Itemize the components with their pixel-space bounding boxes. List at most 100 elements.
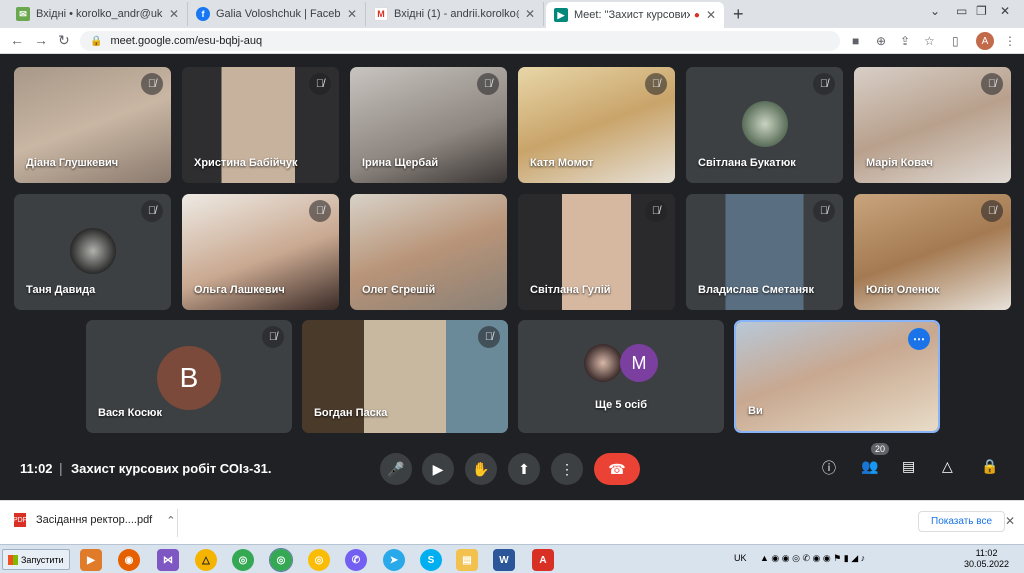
participant-tile[interactable]: 🎙̸ Світлана Гулій <box>518 194 675 310</box>
leave-call-button[interactable]: ☎ <box>594 453 640 485</box>
file-explorer-icon[interactable]: ▤ <box>456 549 478 571</box>
host-controls-icon[interactable]: 🔒 <box>981 458 998 475</box>
meet-icon: ▶ <box>554 8 568 22</box>
raise-hand-button[interactable]: ✋ <box>465 453 497 485</box>
tab-gmail[interactable]: M Вхідні (1) - andrii.korolko@pnu.e ✕ <box>366 2 544 26</box>
forward-icon[interactable]: → <box>34 32 48 48</box>
participant-avatar <box>584 344 622 382</box>
word-icon[interactable]: W <box>493 549 515 571</box>
participant-name: Христина Бабійчук <box>194 157 298 169</box>
more-options-icon[interactable]: ⋯ <box>908 328 930 350</box>
more-options-button[interactable]: ⋮ <box>551 453 583 485</box>
muted-mic-icon: 🎙̸ <box>813 200 835 222</box>
tray-icons[interactable]: ▲ ◉ ◉ ◎ ✆ ◉ ◉ ⚑ ▮ ◢ ♪ <box>760 553 865 564</box>
participant-tile[interactable]: Олег Єгрешій <box>350 194 507 310</box>
meeting-clock: 11:02 <box>20 461 53 476</box>
tab-ukrnet[interactable]: ✉ Вхідні • korolko_andr@ukr.net ✕ <box>8 2 188 26</box>
gmail-icon: M <box>374 7 388 21</box>
download-item[interactable]: PDF Засідання ректор....pdf ⌃ <box>13 513 175 527</box>
chrome-icon[interactable]: ◎ <box>232 549 254 571</box>
more-icon: ⋮ <box>560 460 574 477</box>
participant-tile[interactable]: 🎙̸ Катя Момот <box>518 67 675 183</box>
others-tile[interactable]: M Ще 5 осіб <box>518 320 724 433</box>
participant-tile[interactable]: 🎙̸ Ольга Лашкевич <box>182 194 339 310</box>
participant-tile[interactable]: 🎙̸ Христина Бабійчук <box>182 67 339 183</box>
start-button[interactable]: Запустити <box>2 549 70 570</box>
language-indicator[interactable]: UK <box>734 553 747 563</box>
participant-avatar: В <box>157 346 221 410</box>
new-tab-button[interactable]: + <box>733 4 744 25</box>
viber-icon[interactable]: ✆ <box>345 549 367 571</box>
participant-tile[interactable]: 🎙̸ Юлія Оленюк <box>854 194 1011 310</box>
close-window-icon[interactable]: ✕ <box>1000 4 1010 18</box>
sidebar-icon[interactable]: ▯ <box>952 34 959 48</box>
download-filename: Засідання ректор....pdf <box>36 514 153 526</box>
chrome-canary-icon[interactable]: ◎ <box>308 549 330 571</box>
chat-icon[interactable]: ▤ <box>902 458 915 475</box>
participant-tile[interactable]: 🎙̸ Владислав Сметаняк <box>686 194 843 310</box>
camera-button[interactable]: ▶ <box>422 453 454 485</box>
skype-icon[interactable]: S <box>420 549 442 571</box>
participant-name: Вася Косюк <box>98 407 162 419</box>
participant-tile[interactable]: 🎙̸ Богдан Паска <box>302 320 508 433</box>
share-icon[interactable]: ⇪ <box>900 34 910 48</box>
close-icon[interactable]: ✕ <box>706 8 716 22</box>
participant-tile[interactable]: 🎙̸ Марія Ковач <box>854 67 1011 183</box>
tab-meet[interactable]: ▶ Meet: "Захист курсових роб ● ✕ <box>546 2 724 28</box>
meet-video-grid: 🎙̸ Діана Глушкевич 🎙̸ Христина Бабійчук … <box>0 55 1024 453</box>
url-text: meet.google.com/esu-bqbj-auq <box>110 35 263 47</box>
participant-tile[interactable]: 🎙̸ Світлана Букатюк <box>686 67 843 183</box>
chevron-up-icon[interactable]: ⌃ <box>166 514 175 527</box>
participant-tile[interactable]: 🎙̸ Діана Глушкевич <box>14 67 171 183</box>
people-count-badge: 20 <box>871 443 890 455</box>
people-icon[interactable]: 👥 <box>861 458 878 475</box>
minimize-icon[interactable]: ▭ <box>956 4 967 18</box>
restore-icon[interactable]: ❐ <box>976 4 987 18</box>
close-icon[interactable]: ✕ <box>1005 514 1015 528</box>
download-shelf: PDF Засідання ректор....pdf ⌃ Показать в… <box>0 500 1024 544</box>
camera-icon[interactable]: ■ <box>852 34 859 48</box>
media-player-icon[interactable]: ▶ <box>80 549 102 571</box>
participant-name: Світлана Букатюк <box>698 157 796 169</box>
star-icon[interactable]: ☆ <box>924 34 935 48</box>
close-icon[interactable]: ✕ <box>347 7 357 21</box>
activities-icon[interactable]: △ <box>942 458 953 475</box>
participant-tile[interactable]: В 🎙̸ Вася Косюк <box>86 320 292 433</box>
google-drive-icon[interactable]: △ <box>195 549 217 571</box>
acrobat-icon[interactable]: A <box>532 549 554 571</box>
close-icon[interactable]: ✕ <box>525 7 535 21</box>
participant-avatar: M <box>620 344 658 382</box>
profile-avatar[interactable]: A <box>976 32 994 50</box>
facebook-icon: f <box>196 7 210 21</box>
info-icon[interactable]: ⓘ <box>822 458 836 478</box>
participant-tile[interactable]: 🎙̸ Ірина Щербай <box>350 67 507 183</box>
present-icon: ⬆ <box>518 460 530 477</box>
visual-studio-icon[interactable]: ⋈ <box>157 549 179 571</box>
self-tile[interactable]: ⋯ Ви <box>734 320 940 433</box>
firefox-icon[interactable]: ◉ <box>118 549 140 571</box>
microphone-button[interactable]: 🎤 <box>380 453 412 485</box>
participant-name: Ольга Лашкевич <box>194 284 285 296</box>
reload-icon[interactable]: ↻ <box>58 32 70 49</box>
muted-mic-icon: 🎙̸ <box>309 200 331 222</box>
present-button[interactable]: ⬆ <box>508 453 540 485</box>
close-icon[interactable]: ✕ <box>169 7 179 21</box>
participant-tile[interactable]: 🎙̸ Таня Давида <box>14 194 171 310</box>
system-clock[interactable]: 11:02 30.05.2022 <box>964 548 1009 570</box>
telegram-icon[interactable]: ➤ <box>383 549 405 571</box>
tab-title: Вхідні • korolko_andr@ukr.net <box>36 8 163 20</box>
tab-search-icon[interactable]: ⌄ <box>930 4 940 18</box>
participant-name: Діана Глушкевич <box>26 157 119 169</box>
chrome-active-icon[interactable]: ◎ <box>269 548 293 572</box>
tab-facebook[interactable]: f Galia Voloshchuk | Facebook ✕ <box>188 2 366 26</box>
participant-avatar <box>70 228 116 274</box>
divider <box>177 509 178 537</box>
menu-icon[interactable]: ⋮ <box>1004 34 1016 48</box>
address-bar[interactable]: 🔒 meet.google.com/esu-bqbj-auq <box>80 31 840 51</box>
windows-logo-icon <box>8 554 18 565</box>
back-icon[interactable]: ← <box>10 32 24 48</box>
show-all-button[interactable]: Показать все <box>918 511 1006 532</box>
hangup-icon: ☎ <box>608 460 626 477</box>
zoom-icon[interactable]: ⊕ <box>876 34 886 48</box>
muted-mic-icon: 🎙̸ <box>645 200 667 222</box>
